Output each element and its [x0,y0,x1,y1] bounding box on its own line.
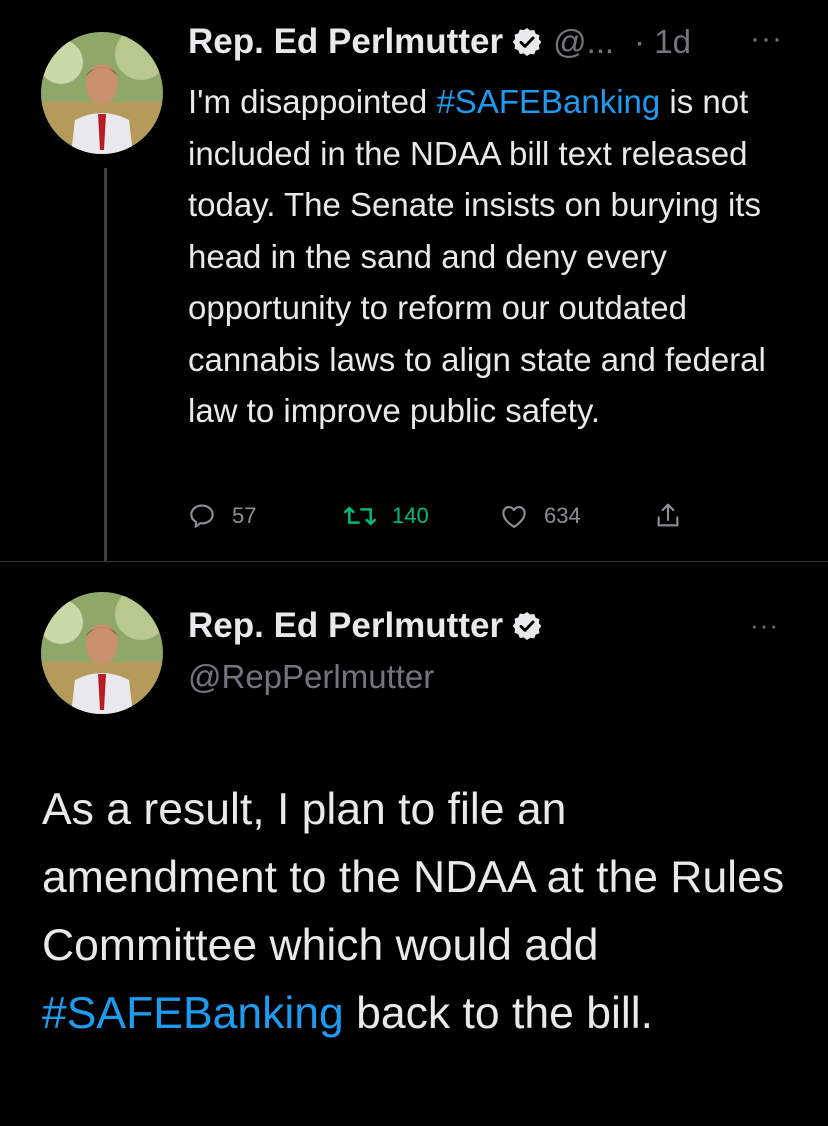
tweet-text-start: I'm disappointed [188,83,437,120]
more-icon[interactable]: ··· [750,22,783,56]
share-button[interactable] [652,500,684,532]
retweet-count: 140 [392,503,429,528]
tweet-text-start: As a result, I plan to file an amendment… [42,785,785,970]
hashtag-link[interactable]: #SAFEBanking [42,989,344,1038]
like-button[interactable]: 634 [498,500,581,532]
more-icon[interactable]: ··· [750,610,779,641]
author-name[interactable]: Rep. Ed Perlmutter [188,22,503,62]
tweet-text-end: back to the bill. [343,989,653,1038]
tweet-actions: 57 140 634 [186,500,706,534]
reply-button[interactable]: 57 [186,500,256,532]
like-count: 634 [544,503,581,528]
verified-badge-icon [511,610,543,642]
tweet-header: Rep. Ed Perlmutter @... · 1d [188,22,691,62]
like-icon [498,500,530,532]
thread-line [104,168,107,562]
avatar[interactable] [41,32,163,154]
author-handle[interactable]: @... [553,23,614,61]
verified-badge-icon [511,26,543,58]
tweet-text: As a result, I plan to file an amendment… [42,776,802,1048]
tweet-text: I'm disappointed #SAFEBanking is not inc… [188,76,808,437]
retweet-button[interactable]: 140 [342,500,429,532]
avatar[interactable] [41,592,163,714]
tweet-text-end: is not included in the NDAA bill text re… [188,83,766,429]
author-name[interactable]: Rep. Ed Perlmutter [188,606,503,646]
tweet-divider [0,561,828,562]
reply-icon [186,500,218,532]
tweet-header: Rep. Ed Perlmutter [188,606,543,646]
retweet-icon [342,500,378,532]
timestamp[interactable]: · 1d [634,23,691,61]
author-handle[interactable]: @RepPerlmutter [188,658,434,696]
share-icon [652,500,684,532]
reply-count: 57 [232,503,257,528]
hashtag-link[interactable]: #SAFEBanking [436,83,660,120]
